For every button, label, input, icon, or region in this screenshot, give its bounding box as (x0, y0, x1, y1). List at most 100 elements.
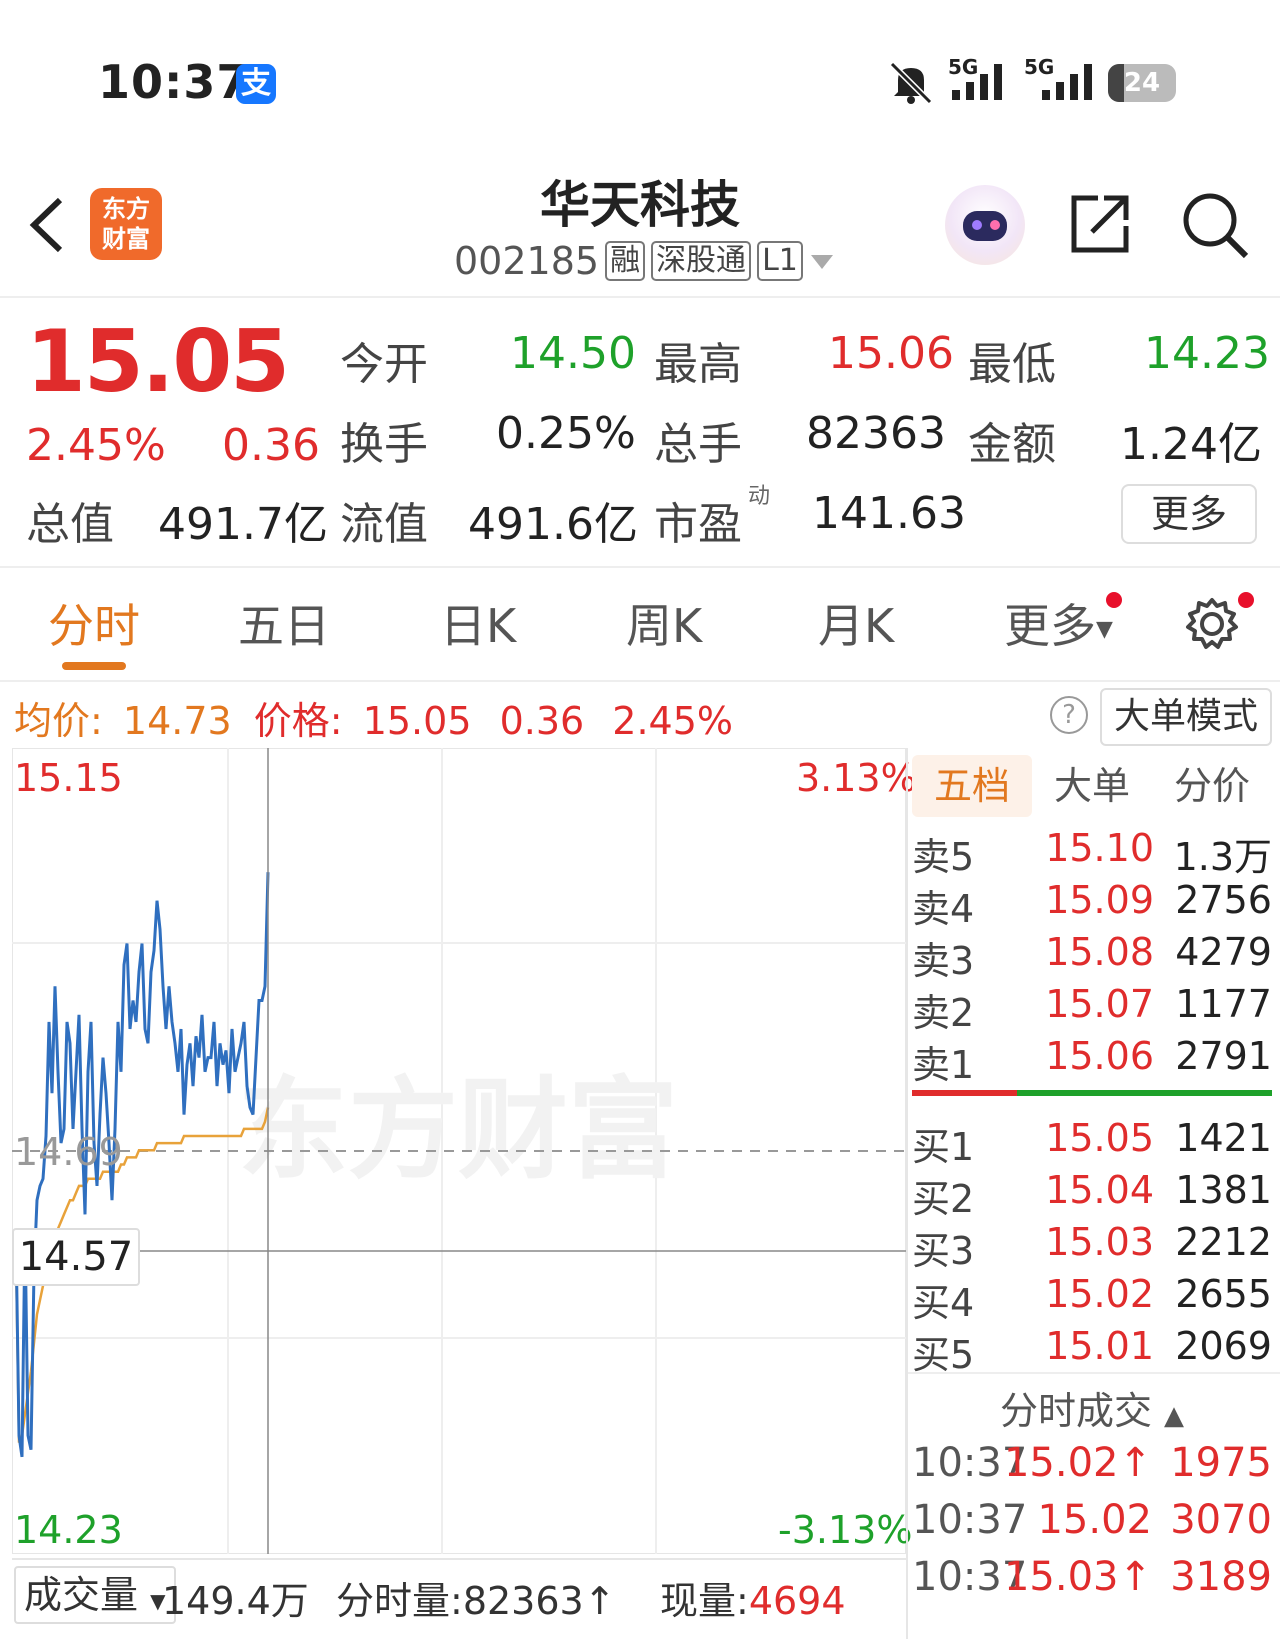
level-tag: L1 (757, 241, 803, 281)
battery-icon: 24 (1108, 64, 1176, 102)
tab-more[interactable]: 更多▼ (1004, 590, 1113, 656)
bid-row-5[interactable]: 买5 15.01 2069 (912, 1324, 1272, 1377)
tab-intraday[interactable]: 分时 (48, 590, 140, 656)
buy-ratio (1017, 1090, 1272, 1096)
bid-row-1[interactable]: 买1 15.05 1421 (912, 1116, 1272, 1169)
total-mv-value: 491.7亿 (158, 499, 328, 550)
current-volume-value: 4694 (748, 1579, 846, 1623)
open-value: 14.50 (510, 328, 636, 379)
amount-value: 1.24亿 (1120, 419, 1262, 470)
settings-gear-icon[interactable] (1184, 596, 1240, 652)
ask-row-3[interactable]: 卖3 15.08 4279 (912, 930, 1272, 983)
ask-label: 卖1 (912, 1043, 975, 1087)
ask-price: 15.07 (1045, 982, 1154, 1026)
tab-underline (62, 662, 126, 670)
help-icon[interactable]: ? (1050, 696, 1088, 734)
low-value: 14.23 (1144, 328, 1270, 379)
battery-text: 24 (1123, 68, 1161, 98)
low-label: 最低 (968, 339, 1056, 390)
ask-row-5[interactable]: 卖5 15.10 1.3万 (912, 826, 1272, 879)
network-type-2: 5G (1024, 56, 1054, 79)
indicator-selector-label: 成交量 (24, 1573, 139, 1617)
ticks-title[interactable]: 分时成交 ▲ (912, 1380, 1272, 1435)
stock-code-row[interactable]: 002185 融 深股通 L1 (454, 238, 835, 284)
bid-row-3[interactable]: 买3 15.03 2212 (912, 1220, 1272, 1273)
tab-weekly-k[interactable]: 周K (626, 590, 702, 656)
tab-five-day[interactable]: 五日 (238, 590, 330, 656)
volume-divider (12, 1558, 906, 1560)
orderbook-divider (906, 748, 908, 1639)
bid-label: 买2 (912, 1177, 975, 1221)
pe-sup: 动 (748, 484, 771, 509)
caret-down-icon: ▼ (1096, 617, 1113, 642)
ask-price: 15.08 (1045, 930, 1154, 974)
share-icon[interactable] (1068, 192, 1132, 256)
tab-five-levels[interactable]: 五档 (912, 755, 1032, 817)
buy-sell-ratio-bar (912, 1090, 1272, 1096)
tab-price-distribution[interactable]: 分价 (1152, 755, 1272, 817)
bid-volume: 2655 (1175, 1272, 1272, 1316)
total-volume: 149.4万 (162, 1579, 309, 1623)
big-order-mode-button[interactable]: 大单模式 (1100, 688, 1272, 746)
mute-icon (889, 61, 933, 105)
tab-daily-k[interactable]: 日K (440, 590, 516, 656)
tab-monthly-k[interactable]: 月K (818, 590, 894, 656)
bid-volume: 2212 (1175, 1220, 1272, 1264)
change-pct: 2.45% (26, 420, 166, 471)
signal-icon-2: 5G (1024, 56, 1092, 100)
tick-row: 10:37 15.02 3070 (912, 1497, 1272, 1553)
bid-row-2[interactable]: 买2 15.04 1381 (912, 1168, 1272, 1221)
search-icon[interactable] (1180, 190, 1250, 260)
status-bar: 10:37 支 5G 5G 24 (0, 0, 1280, 140)
ask-price: 15.06 (1045, 1034, 1154, 1078)
ask-label: 卖4 (912, 887, 975, 931)
tick-volume: 3070 (1170, 1497, 1272, 1543)
signal-icon: 5G (948, 56, 1002, 100)
ask-price: 15.09 (1045, 878, 1154, 922)
info-row: 均价: 14.73 价格: 15.05 0.36 2.45% (14, 690, 733, 745)
pct-top-label: 3.13% (796, 756, 917, 800)
tick-price: 15.02 (1037, 1497, 1152, 1543)
alipay-icon: 支 (236, 64, 276, 104)
ask-row-1[interactable]: 卖1 15.06 2791 (912, 1034, 1272, 1087)
tab-big-orders[interactable]: 大单 (1032, 755, 1152, 817)
bid-label: 买4 (912, 1281, 975, 1325)
header-divider (0, 296, 1280, 298)
intraday-chart[interactable]: 东方财富 (12, 748, 906, 1554)
change: 0.36 (222, 420, 320, 471)
tab-more-label: 更多 (1004, 599, 1096, 653)
bid-volume: 1421 (1175, 1116, 1272, 1160)
ask-row-4[interactable]: 卖4 15.09 2756 (912, 878, 1272, 931)
stock-code: 002185 (454, 239, 600, 283)
pe-label: 市盈 (654, 499, 742, 550)
high-value: 15.06 (828, 328, 954, 379)
open-label: 今开 (340, 339, 428, 390)
ticks-divider (908, 1372, 1280, 1374)
high-label: 最高 (654, 339, 742, 390)
ask-label: 卖3 (912, 939, 975, 983)
indicator-selector[interactable]: 成交量 ▼ (14, 1566, 176, 1624)
last-price: 15.05 (26, 312, 290, 412)
tick-volume-row: 分时量:82363↑ (336, 1570, 616, 1625)
price-value: 15.05 (362, 699, 472, 743)
ask-row-2[interactable]: 卖2 15.07 1177 (912, 982, 1272, 1035)
tick-volume: 1975 (1170, 1440, 1272, 1486)
clock: 10:37 (98, 55, 250, 109)
tick-price: 15.02↑ (1003, 1440, 1152, 1486)
quote-divider (0, 566, 1280, 568)
pe-value: 141.63 (812, 488, 966, 539)
ai-assistant-icon[interactable] (945, 185, 1025, 265)
watermark: 东方财富 (238, 1066, 678, 1194)
sell-ratio (912, 1090, 1017, 1096)
volume-value: 82363 (806, 408, 946, 459)
tick-price: 15.03↑ (1003, 1554, 1152, 1600)
current-volume-row: 现量:4694 (660, 1570, 846, 1625)
tick-volume-value: 82363↑ (462, 1579, 616, 1623)
tick-time: 10:37 (912, 1497, 1028, 1543)
tick-row: 10:37 15.02↑ 1975 (912, 1440, 1272, 1496)
bid-row-4[interactable]: 买4 15.02 2655 (912, 1272, 1272, 1325)
network-type: 5G (948, 56, 978, 79)
more-button[interactable]: 更多 (1121, 484, 1257, 544)
bid-label: 买3 (912, 1229, 975, 1273)
total-mv-label: 总值 (26, 499, 114, 550)
